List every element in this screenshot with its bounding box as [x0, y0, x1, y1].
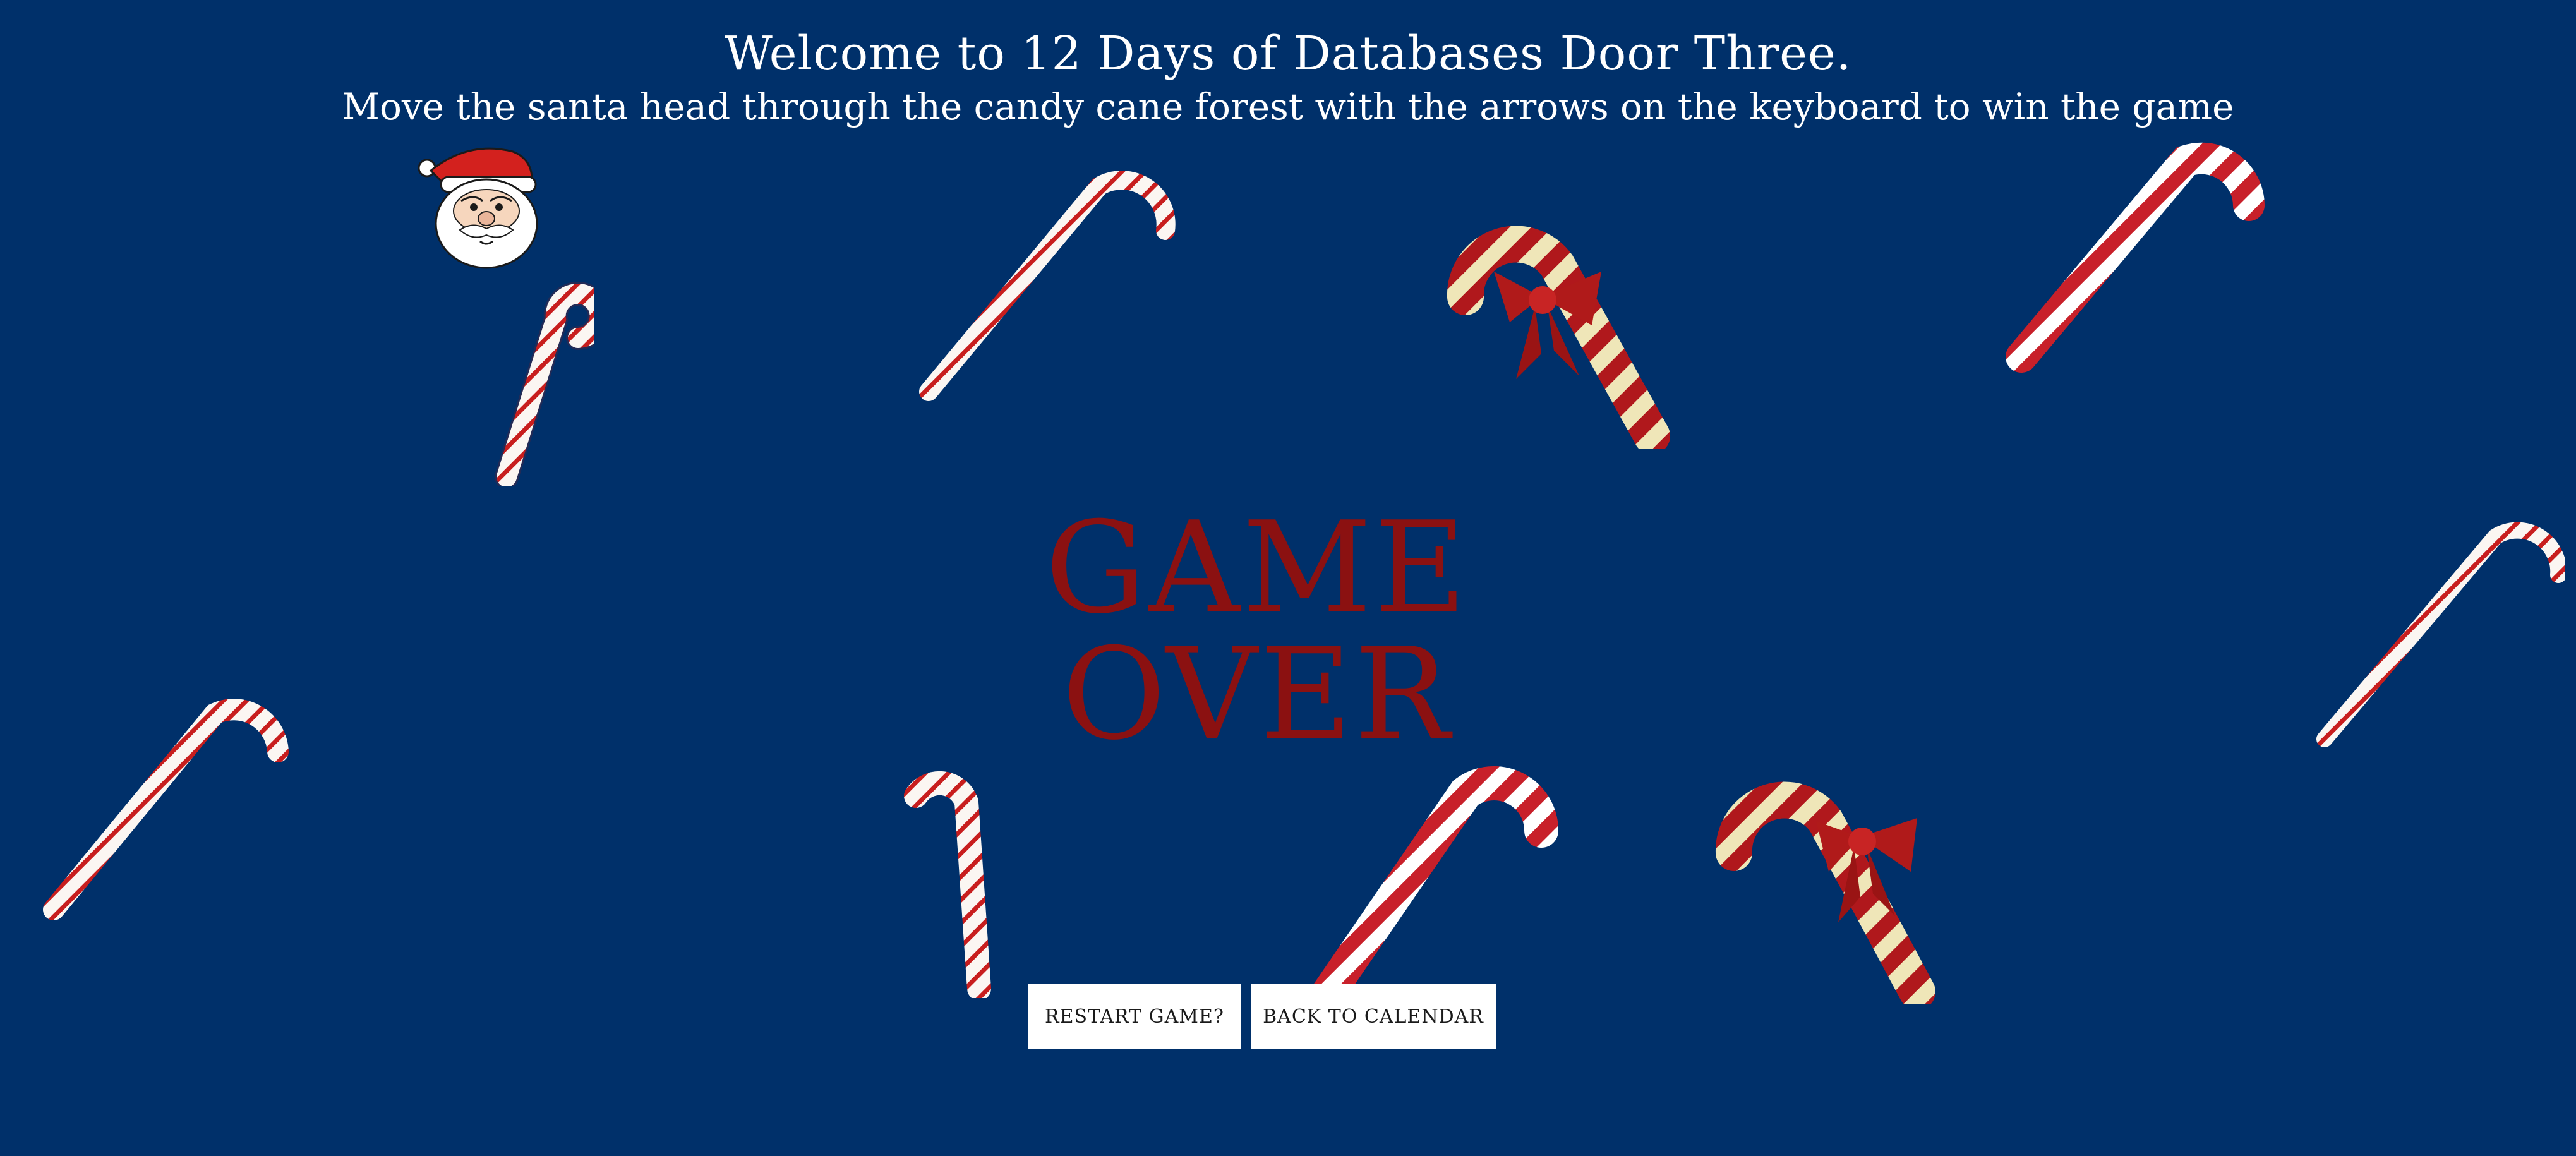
- back-to-calendar-button[interactable]: BACK TO CALENDAR: [1251, 984, 1496, 1049]
- game-stage[interactable]: Welcome to 12 Days of Databases Door Thr…: [0, 0, 2576, 1156]
- page-title: Welcome to 12 Days of Databases Door Thr…: [724, 27, 1852, 81]
- restart-game-button[interactable]: RESTART GAME?: [1028, 984, 1241, 1049]
- candy-cane-icon: [2316, 522, 2565, 747]
- santa-head-icon: [418, 147, 538, 269]
- candy-cane-icon: [495, 282, 594, 486]
- candy-cane-icon: [2006, 142, 2265, 373]
- candy-cane-icon: [1310, 766, 1558, 989]
- game-over-message: GAME OVER: [1045, 495, 1469, 768]
- candy-cane-icon: [919, 171, 1176, 401]
- candy-cane-icon: [904, 771, 991, 998]
- candy-cane-icon: [43, 699, 289, 920]
- candy-cane-icon: [1715, 781, 1935, 1004]
- candy-cane-icon: [1447, 226, 1670, 449]
